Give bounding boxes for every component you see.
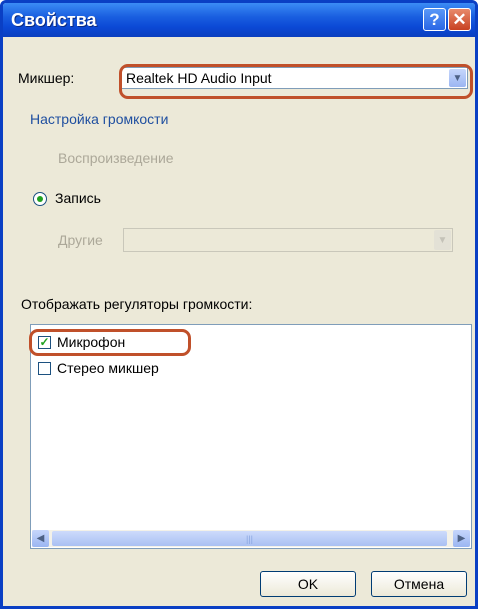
- volume-group-label: Настройка громкости: [30, 111, 169, 127]
- radio-playback-label: Воспроизведение: [58, 150, 174, 166]
- close-icon: ✕: [452, 9, 467, 29]
- radio-record-label[interactable]: Запись: [55, 190, 101, 206]
- title-bar[interactable]: Свойства ? ✕: [3, 3, 475, 37]
- scroll-left-icon[interactable]: ◀: [32, 530, 49, 547]
- scroll-thumb[interactable]: |||: [52, 531, 447, 546]
- help-button[interactable]: ?: [423, 8, 446, 31]
- close-button[interactable]: ✕: [448, 8, 471, 31]
- stereo-mixer-label[interactable]: Стерео микшер: [57, 360, 159, 376]
- cancel-button[interactable]: Отмена: [371, 571, 467, 597]
- radio-record[interactable]: [33, 192, 47, 206]
- ok-button[interactable]: OK: [260, 571, 356, 597]
- mixer-label: Микшер:: [18, 70, 75, 86]
- properties-dialog: Свойства ? ✕ Микшер: Realtek HD Audio In…: [0, 0, 478, 609]
- horizontal-scrollbar[interactable]: ◀ ||| ▶: [32, 530, 470, 547]
- help-icon: ?: [429, 9, 440, 29]
- window-title: Свойства: [11, 10, 97, 30]
- checkbox-stereo-mixer[interactable]: [38, 362, 51, 375]
- chevron-down-icon: ▼: [434, 230, 451, 250]
- microphone-highlight: [29, 329, 191, 356]
- other-label: Другие: [58, 232, 103, 248]
- mixer-highlight: [119, 64, 473, 99]
- scroll-right-icon[interactable]: ▶: [453, 530, 470, 547]
- controls-list[interactable]: ✓ Микрофон Стерео микшер ◀ ||| ▶: [30, 324, 472, 549]
- other-select: ▼: [123, 228, 453, 252]
- controls-label: Отображать регуляторы громкости:: [21, 296, 253, 312]
